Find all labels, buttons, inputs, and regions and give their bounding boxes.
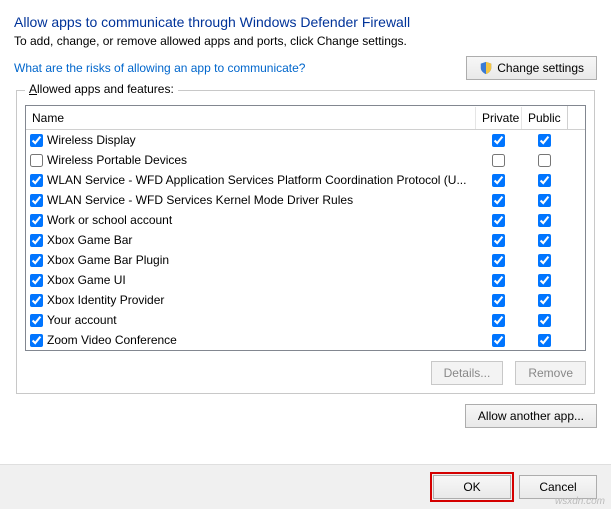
private-checkbox[interactable] (492, 174, 505, 187)
col-private[interactable]: Private (475, 107, 521, 129)
col-name[interactable]: Name (26, 107, 475, 129)
public-checkbox[interactable] (538, 194, 551, 207)
app-enable-checkbox[interactable] (30, 154, 43, 167)
public-checkbox[interactable] (538, 294, 551, 307)
table-row[interactable]: Your account (26, 310, 585, 330)
change-settings-button[interactable]: Change settings (466, 56, 597, 80)
public-checkbox[interactable] (538, 334, 551, 347)
group-label: Allowed apps and features: (25, 82, 178, 96)
private-checkbox[interactable] (492, 194, 505, 207)
private-checkbox[interactable] (492, 334, 505, 347)
app-enable-checkbox[interactable] (30, 234, 43, 247)
app-enable-checkbox[interactable] (30, 174, 43, 187)
app-name: Your account (47, 313, 117, 327)
table-row[interactable]: Xbox Game Bar Plugin (26, 250, 585, 270)
table-row[interactable]: WLAN Service - WFD Application Services … (26, 170, 585, 190)
page-title: Allow apps to communicate through Window… (14, 14, 597, 30)
app-enable-checkbox[interactable] (30, 194, 43, 207)
table-row[interactable]: Wireless Portable Devices (26, 150, 585, 170)
col-public[interactable]: Public (521, 107, 567, 129)
app-enable-checkbox[interactable] (30, 134, 43, 147)
app-enable-checkbox[interactable] (30, 254, 43, 267)
ok-button[interactable]: OK (433, 475, 511, 499)
table-row[interactable]: Xbox Game UI (26, 270, 585, 290)
table-row[interactable]: Xbox Identity Provider (26, 290, 585, 310)
app-enable-checkbox[interactable] (30, 334, 43, 347)
dialog-footer: OK Cancel (0, 464, 611, 509)
public-checkbox[interactable] (538, 154, 551, 167)
private-checkbox[interactable] (492, 274, 505, 287)
private-checkbox[interactable] (492, 254, 505, 267)
app-enable-checkbox[interactable] (30, 214, 43, 227)
scrollbar-header-spacer (567, 106, 585, 129)
app-name: Xbox Game UI (47, 273, 126, 287)
app-name: Xbox Game Bar Plugin (47, 253, 169, 267)
table-row[interactable]: Work or school account (26, 210, 585, 230)
shield-icon (479, 61, 493, 75)
page-subtitle: To add, change, or remove allowed apps a… (14, 34, 597, 48)
app-enable-checkbox[interactable] (30, 274, 43, 287)
app-name: Wireless Portable Devices (47, 153, 187, 167)
app-name: Xbox Identity Provider (47, 293, 164, 307)
private-checkbox[interactable] (492, 154, 505, 167)
public-checkbox[interactable] (538, 134, 551, 147)
app-name: Work or school account (47, 213, 172, 227)
private-checkbox[interactable] (492, 294, 505, 307)
private-checkbox[interactable] (492, 134, 505, 147)
remove-button[interactable]: Remove (515, 361, 586, 385)
public-checkbox[interactable] (538, 314, 551, 327)
table-row[interactable]: Wireless Display (26, 130, 585, 150)
private-checkbox[interactable] (492, 214, 505, 227)
app-name: WLAN Service - WFD Services Kernel Mode … (47, 193, 353, 207)
table-row[interactable]: WLAN Service - WFD Services Kernel Mode … (26, 190, 585, 210)
public-checkbox[interactable] (538, 234, 551, 247)
public-checkbox[interactable] (538, 174, 551, 187)
details-button[interactable]: Details... (431, 361, 504, 385)
table-row[interactable]: Xbox Game Bar (26, 230, 585, 250)
help-link[interactable]: What are the risks of allowing an app to… (14, 61, 305, 75)
allowed-apps-group: Allowed apps and features: Name Private … (16, 90, 595, 394)
allow-another-app-button[interactable]: Allow another app... (465, 404, 597, 428)
private-checkbox[interactable] (492, 234, 505, 247)
app-name: Zoom Video Conference (47, 333, 177, 347)
change-settings-label: Change settings (497, 61, 584, 75)
list-body[interactable]: Wireless Display Wireless Portable Device… (26, 130, 585, 350)
watermark: wsxdn.com (555, 496, 605, 507)
list-header: Name Private Public (26, 106, 585, 130)
public-checkbox[interactable] (538, 254, 551, 267)
private-checkbox[interactable] (492, 314, 505, 327)
public-checkbox[interactable] (538, 214, 551, 227)
table-row[interactable]: Zoom Video Conference (26, 330, 585, 350)
public-checkbox[interactable] (538, 274, 551, 287)
app-name: WLAN Service - WFD Application Services … (47, 173, 466, 187)
app-enable-checkbox[interactable] (30, 314, 43, 327)
apps-list: Name Private Public Wireless DisplayWire… (25, 105, 586, 351)
app-name: Xbox Game Bar (47, 233, 132, 247)
app-name: Wireless Display (47, 133, 136, 147)
app-enable-checkbox[interactable] (30, 294, 43, 307)
